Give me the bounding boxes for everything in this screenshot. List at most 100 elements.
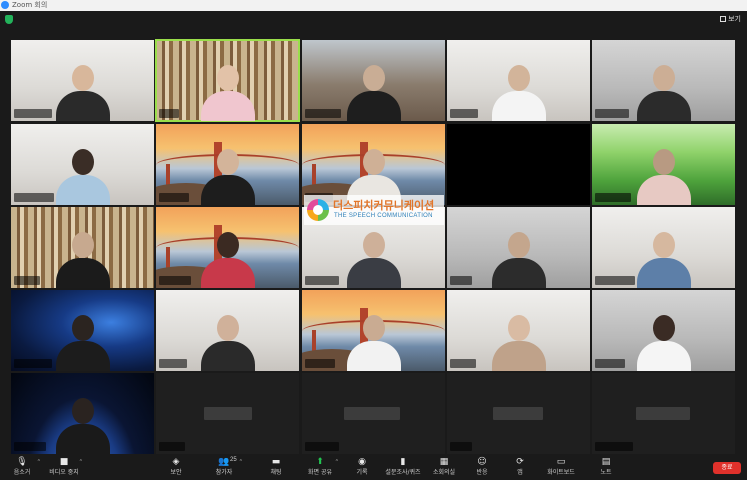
apps-button[interactable]: ⟳ 앱 (502, 457, 538, 479)
participant-nameplate (595, 359, 625, 368)
video-camera-icon: ■ (59, 457, 69, 467)
apps-icon: ⟳ (516, 457, 524, 467)
participant-nameplate (450, 442, 472, 451)
video-tile[interactable] (302, 40, 445, 121)
notes-button[interactable]: ▤ 노트 (588, 457, 624, 479)
video-tile[interactable] (11, 290, 154, 371)
participant-video (635, 309, 693, 371)
participant-name-placeholder (493, 407, 543, 420)
company-watermark: 더스피치커뮤니케이션 THE SPEECH COMMUNICATION (304, 195, 444, 225)
participant-video (490, 309, 548, 371)
whiteboard-icon: ▭ (556, 457, 566, 467)
participant-nameplate (595, 276, 635, 285)
window-title: Zoom 회의 (12, 1, 48, 9)
participant-nameplate (305, 359, 335, 368)
participant-nameplate (450, 359, 476, 368)
watermark-korean-text: 더스피치커뮤니케이션 (333, 199, 435, 212)
chevron-up-icon[interactable]: ^ (336, 459, 338, 465)
participant-video (635, 59, 693, 121)
security-button[interactable]: ◈ 보안 (158, 457, 194, 479)
chat-bubble-icon: ▬ (271, 457, 281, 467)
participant-video (54, 309, 112, 371)
participant-nameplate (450, 276, 472, 285)
security-shield-icon[interactable] (5, 15, 13, 24)
reactions-button[interactable]: ☺ 반응 (464, 457, 500, 479)
video-tile-active-speaker[interactable] (155, 39, 300, 122)
share-screen-icon: ⬆ (316, 457, 324, 467)
participant-nameplate (159, 276, 191, 285)
participant-nameplate (305, 442, 339, 451)
record-button[interactable]: ◉ 기록 (344, 457, 380, 479)
video-tile[interactable] (447, 40, 590, 121)
video-tile-camera-off[interactable] (302, 373, 445, 454)
video-tile[interactable] (592, 40, 735, 121)
participant-nameplate (14, 109, 52, 118)
chevron-up-icon[interactable]: ^ (240, 459, 242, 465)
grid-view-icon (720, 16, 727, 22)
participant-nameplate (595, 193, 631, 202)
stop-video-button[interactable]: ■ 비디오 중지 ^ (46, 457, 82, 479)
view-label: 보기 (728, 15, 741, 23)
video-tile[interactable] (156, 290, 299, 371)
participants-button[interactable]: 👥 25 참가자 ^ (206, 457, 242, 479)
participant-video (345, 309, 403, 371)
participant-name-placeholder (344, 407, 400, 420)
breakout-rooms-button[interactable]: ▦ 소회의실 (426, 457, 462, 479)
participant-nameplate (450, 193, 492, 202)
window-titlebar: Zoom 회의 (0, 0, 747, 11)
video-tile[interactable] (302, 290, 445, 371)
participant-video (635, 143, 693, 205)
video-tile[interactable] (156, 124, 299, 205)
share-screen-button[interactable]: ⬆ 화면 공유 ^ (302, 457, 338, 479)
participant-nameplate (159, 442, 185, 451)
chevron-up-icon[interactable]: ^ (80, 459, 82, 465)
participant-video (199, 59, 257, 121)
smiley-icon: ☺ (477, 457, 487, 467)
bar-chart-icon: ▮ (400, 457, 406, 467)
video-tile-camera-off[interactable] (447, 124, 590, 205)
participant-video (54, 59, 112, 121)
participant-nameplate (159, 109, 179, 118)
participant-nameplate (305, 109, 341, 118)
polls-button[interactable]: ▮ 설문조사/퀴즈 (385, 457, 421, 479)
participant-video (199, 309, 257, 371)
participant-video (199, 143, 257, 205)
participant-nameplate (450, 109, 478, 118)
video-tile-camera-off[interactable] (156, 373, 299, 454)
participant-nameplate (14, 442, 46, 451)
video-tile[interactable] (302, 124, 445, 205)
participant-nameplate (595, 442, 633, 451)
participant-name-placeholder (204, 407, 252, 420)
participant-video (490, 59, 548, 121)
participant-video (345, 59, 403, 121)
participants-count: 25 (230, 457, 237, 463)
video-tile[interactable] (592, 207, 735, 288)
participant-video (199, 226, 257, 288)
whiteboard-button[interactable]: ▭ 화이트보드 (543, 457, 579, 479)
record-icon: ◉ (358, 457, 366, 467)
end-meeting-button[interactable]: 종료 (713, 462, 741, 474)
video-tile[interactable] (11, 207, 154, 288)
shield-icon: ◈ (172, 457, 180, 467)
view-button[interactable]: 보기 (720, 14, 741, 24)
chat-button[interactable]: ▬ 채팅 (258, 457, 294, 479)
video-tile[interactable] (11, 40, 154, 121)
video-tile-camera-off[interactable] (447, 373, 590, 454)
participant-nameplate (14, 276, 40, 285)
participant-name-placeholder (636, 407, 690, 420)
chevron-up-icon[interactable]: ^ (38, 459, 40, 465)
video-tile[interactable] (11, 373, 154, 454)
zoom-app-icon (1, 1, 9, 9)
video-tile[interactable] (156, 207, 299, 288)
video-tile[interactable] (592, 290, 735, 371)
video-tile[interactable] (11, 124, 154, 205)
video-tile[interactable] (447, 290, 590, 371)
participant-nameplate (595, 109, 629, 118)
video-tile[interactable] (592, 124, 735, 205)
video-tile[interactable] (447, 207, 590, 288)
video-tile-camera-off[interactable] (592, 373, 735, 454)
mute-button[interactable]: 🎙 음소거 ^ (4, 457, 40, 479)
participants-icon: 👥 (218, 457, 230, 467)
participant-video (635, 226, 693, 288)
participant-nameplate (14, 359, 52, 368)
